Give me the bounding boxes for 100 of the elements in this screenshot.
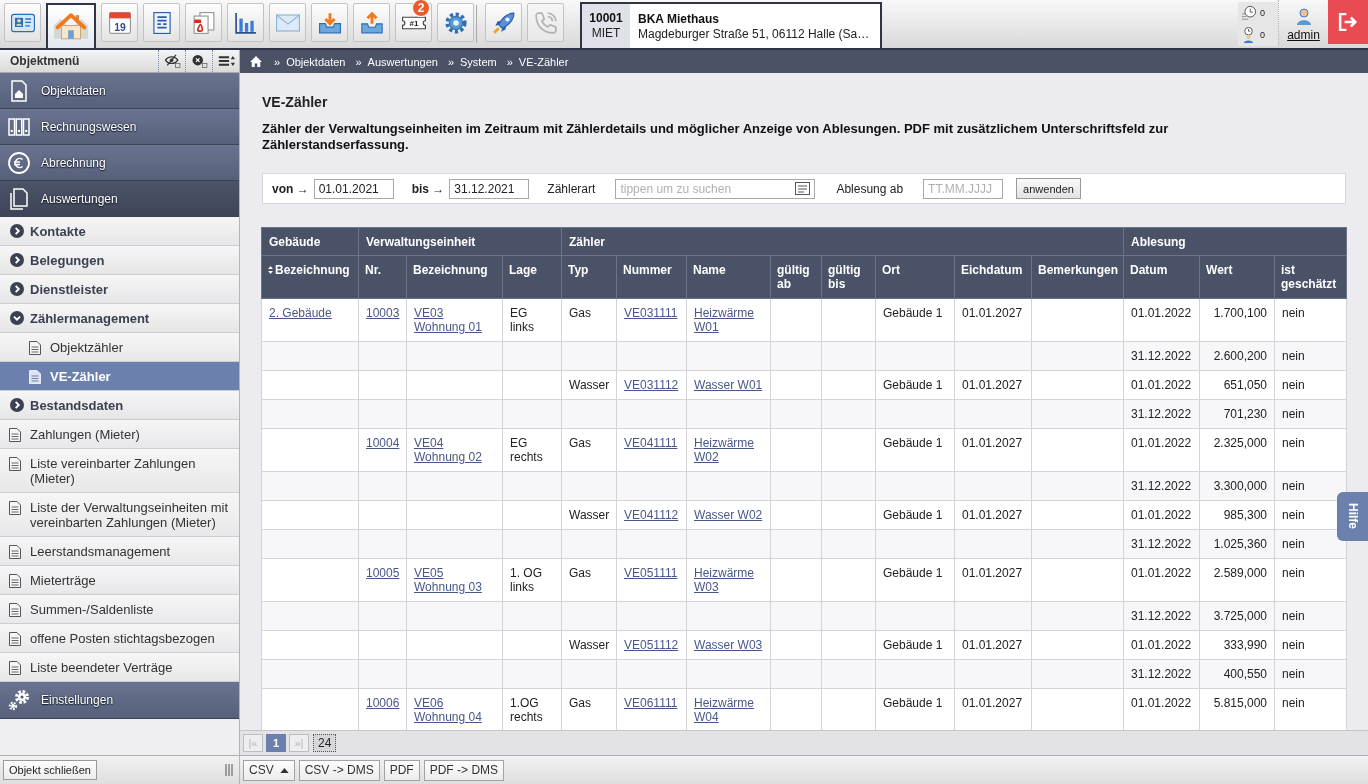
column-header: Ort: [875, 255, 955, 299]
close-object-button[interactable]: Objekt schließen: [3, 760, 97, 780]
column-header: Nr.: [358, 255, 407, 299]
document-icon: [9, 545, 21, 559]
table-cell: nein: [1274, 341, 1347, 371]
field-label: Ablesung ab: [836, 181, 904, 196]
home-icon[interactable]: [250, 56, 262, 67]
export-button[interactable]: PDF -> DMS: [423, 759, 505, 781]
toolbar-button[interactable]: #1 2: [395, 3, 432, 42]
object-address: Magdeburger Straße 51, 06112 Halle (Sa…: [638, 27, 870, 42]
sidebar-item[interactable]: Summen-/Saldenliste: [0, 595, 239, 624]
table-cell: Gas: [561, 428, 617, 472]
sidebar-group[interactable]: Dienstleister: [0, 275, 239, 304]
page-size-selector[interactable]: 24: [313, 734, 337, 752]
page-title: VE-Zähler: [262, 94, 329, 111]
table-cell: 01.01.2022: [1123, 688, 1200, 730]
table-cell: 5.815,000: [1199, 688, 1275, 730]
breadcrumb-link[interactable]: Objektdaten: [286, 55, 346, 68]
sidebar-section[interactable]: Auswertungen: [0, 181, 239, 217]
sidebar-group[interactable]: Bestandsdaten: [0, 391, 239, 420]
calendar-icon: 19: [107, 11, 132, 34]
date-field[interactable]: 31.12.2021: [449, 178, 530, 199]
sidebar-item[interactable]: Zahlungen (Mieter): [0, 420, 239, 449]
breadcrumb-link[interactable]: Auswertungen: [367, 55, 438, 68]
document-icon: [9, 501, 21, 515]
document-icon: [29, 341, 41, 355]
list-icon[interactable]: [795, 182, 811, 195]
sidebar-item[interactable]: Mieterträge: [0, 566, 239, 595]
table-cell: nein: [1274, 428, 1347, 472]
tray-upload-icon: [359, 11, 384, 34]
object-name: BKA Miethaus: [638, 12, 720, 27]
sidebar-item[interactable]: offene Posten stichtagsbezogen: [0, 624, 239, 653]
envelope-icon: [275, 11, 300, 34]
sidebar-item[interactable]: Leerstandsmanagement: [0, 537, 239, 566]
sidebar-section[interactable]: Abrechnung: [0, 145, 239, 181]
sidebar-section[interactable]: Objektdaten: [0, 73, 239, 109]
table-cell: 01.01.2027: [954, 428, 1032, 472]
column-group-header: Gebäude: [261, 227, 359, 256]
column-header: Typ: [561, 255, 617, 299]
document-icon: [9, 603, 21, 617]
sort-icon[interactable]: [268, 266, 273, 274]
breadcrumb-separator: »: [274, 55, 281, 68]
table-cell: 3.725,000: [1199, 601, 1275, 631]
table-cell: nein: [1274, 659, 1347, 689]
table-cell: nein: [1274, 558, 1347, 602]
user-link[interactable]: admin: [1287, 28, 1320, 42]
date-field[interactable]: TT.MM.JJJJ: [923, 178, 1004, 199]
export-button[interactable]: CSV -> DMS: [298, 759, 380, 781]
gears-icon: [8, 689, 30, 711]
table-cell: 01.01.2022: [1123, 630, 1200, 660]
toolbar-button[interactable]: [46, 3, 96, 48]
page-description: Zähler der Verwaltungseinheiten im Zeitraum mit Zählerdetails und möglicher Anzeige von Ablesungen. PDF mit zusätzlichem Unterschriftsfeld zur Zählerstandserfassung.: [262, 121, 1170, 153]
sidebar-item[interactable]: Liste beendeter Verträge: [0, 653, 239, 682]
column-header: Wert: [1199, 255, 1275, 299]
sidebar-group[interactable]: Belegungen: [0, 246, 239, 275]
toolbar-button[interactable]: 19: [101, 3, 138, 42]
apply-button[interactable]: anwenden: [1016, 178, 1081, 199]
resize-grip-icon[interactable]: [225, 764, 233, 776]
sidebar-section[interactable]: Rechnungswesen: [0, 109, 239, 145]
table-cell: 31.12.2022: [1123, 399, 1200, 429]
table-cell: 01.01.2022: [1123, 370, 1200, 400]
column-header: Bezeichnung: [406, 255, 503, 299]
object-type: MIET: [591, 26, 621, 41]
table-cell: 01.01.2027: [954, 558, 1032, 602]
breadcrumb-separator: »: [355, 55, 362, 68]
id-card-icon: [10, 11, 35, 34]
sidebar-section[interactable]: Einstellungen: [0, 682, 239, 719]
table-cell: 31.12.2022: [1123, 471, 1200, 501]
list-icon[interactable]: [217, 54, 235, 68]
sidebar-group[interactable]: Kontakte: [0, 217, 239, 246]
table-cell: Gebäude 1: [875, 298, 955, 342]
sidebar-title: Objektmenü: [9, 54, 81, 68]
table-cell: 2.589,000: [1199, 558, 1275, 602]
logout-button[interactable]: [1328, 0, 1368, 44]
page-button[interactable]: 1: [266, 734, 286, 752]
close-circle-icon[interactable]: [190, 54, 208, 68]
sidebar-item[interactable]: Liste der Verwaltungseinheiten mit vereinbarten Zahlungen (Mieter): [0, 493, 239, 537]
export-button[interactable]: CSV: [243, 759, 295, 781]
sidebar-group[interactable]: Zählermanagement: [0, 304, 239, 333]
date-field[interactable]: 01.01.2021: [313, 178, 394, 199]
export-button[interactable]: PDF: [383, 759, 420, 781]
sidebar-item[interactable]: Objektzähler: [0, 333, 239, 362]
search-field[interactable]: tippen um zu suchen: [615, 178, 816, 199]
column-header: ist geschätzt: [1274, 255, 1347, 299]
help-tab[interactable]: Hilfe: [1337, 492, 1368, 541]
breadcrumb-link[interactable]: VE-Zähler: [518, 55, 569, 68]
table-cell: Gebäude 1: [875, 630, 955, 660]
document-icon: [9, 661, 21, 675]
column-header: Datum: [1123, 255, 1200, 299]
object-selector[interactable]: 10001 MIET BKA Miethaus Magdeburger Straße 51, 06112 Halle (Sa…: [580, 2, 882, 48]
eye-slash-icon[interactable]: [163, 54, 181, 68]
breadcrumb-link[interactable]: System: [460, 55, 497, 68]
tray-download-icon: [317, 11, 342, 34]
table-cell: 01.01.2022: [1123, 298, 1200, 342]
sidebar-item[interactable]: Liste vereinbarter Zahlungen (Mieter): [0, 449, 239, 493]
sidebar-item[interactable]: VE-Zähler: [0, 362, 239, 391]
breadcrumb-separator: »: [506, 55, 513, 68]
column-header: Eichdatum: [954, 255, 1032, 299]
house-icon: [53, 13, 89, 40]
column-header[interactable]: Bezeichnung: [261, 255, 359, 299]
